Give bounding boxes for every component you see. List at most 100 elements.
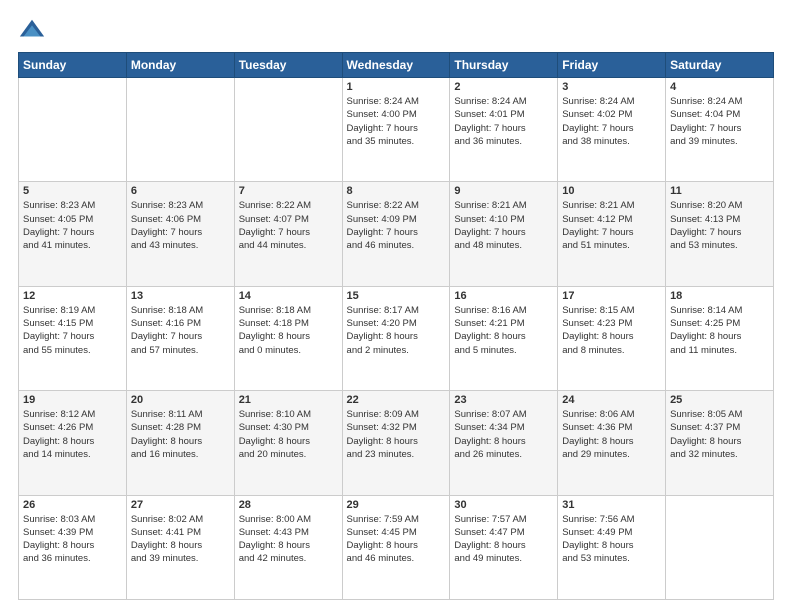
- calendar-cell: 15 Sunrise: 8:17 AMSunset: 4:20 PMDayligh…: [342, 286, 450, 390]
- calendar-cell: 7 Sunrise: 8:22 AMSunset: 4:07 PMDaylight…: [234, 182, 342, 286]
- calendar-cell: 5Sunrise: 8:23 AMSunset: 4:05 PMDaylight…: [19, 182, 127, 286]
- day-info: Sunrise: 8:22 AMSunset: 4:09 PMDaylight:…: [347, 199, 446, 252]
- calendar-week-3: 19 Sunrise: 8:12 AMSunset: 4:26 PMDayligh…: [19, 391, 774, 495]
- day-number: 8: [347, 185, 446, 197]
- day-number: 22: [347, 394, 446, 406]
- calendar-cell: 29Sunrise: 7:59 AMSunset: 4:45 PMDayligh…: [342, 495, 450, 599]
- day-number: 15: [347, 290, 446, 302]
- calendar-cell: 2 Sunrise: 8:24 AMSunset: 4:01 PMDaylight…: [450, 78, 558, 182]
- day-number: 30: [454, 499, 553, 511]
- day-info: Sunrise: 8:12 AMSunset: 4:26 PMDaylight:…: [23, 408, 122, 461]
- calendar-cell: 21 Sunrise: 8:10 AMSunset: 4:30 PMDayligh…: [234, 391, 342, 495]
- calendar-cell: 25Sunrise: 8:05 AMSunset: 4:37 PMDayligh…: [666, 391, 774, 495]
- day-number: 21: [239, 394, 338, 406]
- day-number: 5: [23, 185, 122, 197]
- day-number: 4: [670, 81, 769, 93]
- logo: [18, 16, 50, 44]
- calendar-cell: 14 Sunrise: 8:18 AMSunset: 4:18 PMDayligh…: [234, 286, 342, 390]
- day-info: Sunrise: 8:17 AMSunset: 4:20 PMDaylight:…: [347, 304, 446, 357]
- day-info: Sunrise: 8:03 AMSunset: 4:39 PMDaylight:…: [23, 513, 122, 566]
- calendar-cell: 6 Sunrise: 8:23 AMSunset: 4:06 PMDaylight…: [126, 182, 234, 286]
- day-header-friday: Friday: [558, 53, 666, 78]
- calendar-cell: 17 Sunrise: 8:15 AMSunset: 4:23 PMDayligh…: [558, 286, 666, 390]
- day-info: Sunrise: 8:24 AMSunset: 4:00 PMDaylight:…: [347, 95, 446, 148]
- day-number: 12: [23, 290, 122, 302]
- day-header-monday: Monday: [126, 53, 234, 78]
- calendar-header: SundayMondayTuesdayWednesdayThursdayFrid…: [19, 53, 774, 78]
- calendar-cell: 31 Sunrise: 7:56 AMSunset: 4:49 PMDayligh…: [558, 495, 666, 599]
- page: SundayMondayTuesdayWednesdayThursdayFrid…: [0, 0, 792, 612]
- calendar-cell: 18 Sunrise: 8:14 AMSunset: 4:25 PMDayligh…: [666, 286, 774, 390]
- day-info: Sunrise: 8:14 AMSunset: 4:25 PMDaylight:…: [670, 304, 769, 357]
- day-info: Sunrise: 8:02 AMSunset: 4:41 PMDaylight:…: [131, 513, 230, 566]
- day-header-wednesday: Wednesday: [342, 53, 450, 78]
- logo-icon: [18, 16, 46, 44]
- day-info: Sunrise: 8:18 AMSunset: 4:16 PMDaylight:…: [131, 304, 230, 357]
- calendar-cell: [19, 78, 127, 182]
- day-info: Sunrise: 8:07 AMSunset: 4:34 PMDaylight:…: [454, 408, 553, 461]
- day-info: Sunrise: 7:59 AMSunset: 4:45 PMDaylight:…: [347, 513, 446, 566]
- day-info: Sunrise: 7:56 AMSunset: 4:49 PMDaylight:…: [562, 513, 661, 566]
- day-info: Sunrise: 8:15 AMSunset: 4:23 PMDaylight:…: [562, 304, 661, 357]
- day-number: 7: [239, 185, 338, 197]
- calendar-cell: 10 Sunrise: 8:21 AMSunset: 4:12 PMDayligh…: [558, 182, 666, 286]
- calendar-cell: 22 Sunrise: 8:09 AMSunset: 4:32 PMDayligh…: [342, 391, 450, 495]
- calendar-cell: 12Sunrise: 8:19 AMSunset: 4:15 PMDayligh…: [19, 286, 127, 390]
- calendar-cell: [126, 78, 234, 182]
- day-number: 6: [131, 185, 230, 197]
- day-info: Sunrise: 8:21 AMSunset: 4:10 PMDaylight:…: [454, 199, 553, 252]
- day-number: 20: [131, 394, 230, 406]
- day-number: 31: [562, 499, 661, 511]
- calendar: SundayMondayTuesdayWednesdayThursdayFrid…: [18, 52, 774, 600]
- day-info: Sunrise: 8:00 AMSunset: 4:43 PMDaylight:…: [239, 513, 338, 566]
- calendar-cell: 24 Sunrise: 8:06 AMSunset: 4:36 PMDayligh…: [558, 391, 666, 495]
- calendar-body: 1 Sunrise: 8:24 AMSunset: 4:00 PMDaylight…: [19, 78, 774, 600]
- day-info: Sunrise: 8:16 AMSunset: 4:21 PMDaylight:…: [454, 304, 553, 357]
- day-number: 10: [562, 185, 661, 197]
- day-number: 13: [131, 290, 230, 302]
- calendar-week-2: 12Sunrise: 8:19 AMSunset: 4:15 PMDayligh…: [19, 286, 774, 390]
- calendar-week-0: 1 Sunrise: 8:24 AMSunset: 4:00 PMDaylight…: [19, 78, 774, 182]
- calendar-cell: 23Sunrise: 8:07 AMSunset: 4:34 PMDayligh…: [450, 391, 558, 495]
- calendar-cell: [234, 78, 342, 182]
- day-info: Sunrise: 8:21 AMSunset: 4:12 PMDaylight:…: [562, 199, 661, 252]
- day-info: Sunrise: 8:22 AMSunset: 4:07 PMDaylight:…: [239, 199, 338, 252]
- day-info: Sunrise: 8:24 AMSunset: 4:01 PMDaylight:…: [454, 95, 553, 148]
- calendar-cell: 9Sunrise: 8:21 AMSunset: 4:10 PMDaylight…: [450, 182, 558, 286]
- calendar-cell: 30Sunrise: 7:57 AMSunset: 4:47 PMDayligh…: [450, 495, 558, 599]
- day-info: Sunrise: 8:10 AMSunset: 4:30 PMDaylight:…: [239, 408, 338, 461]
- day-number: 28: [239, 499, 338, 511]
- day-number: 1: [347, 81, 446, 93]
- calendar-cell: 4 Sunrise: 8:24 AMSunset: 4:04 PMDaylight…: [666, 78, 774, 182]
- day-number: 2: [454, 81, 553, 93]
- day-info: Sunrise: 8:06 AMSunset: 4:36 PMDaylight:…: [562, 408, 661, 461]
- day-info: Sunrise: 8:23 AMSunset: 4:06 PMDaylight:…: [131, 199, 230, 252]
- day-number: 3: [562, 81, 661, 93]
- day-info: Sunrise: 8:18 AMSunset: 4:18 PMDaylight:…: [239, 304, 338, 357]
- day-number: 24: [562, 394, 661, 406]
- calendar-cell: 19 Sunrise: 8:12 AMSunset: 4:26 PMDayligh…: [19, 391, 127, 495]
- day-info: Sunrise: 8:24 AMSunset: 4:04 PMDaylight:…: [670, 95, 769, 148]
- day-header-thursday: Thursday: [450, 53, 558, 78]
- day-number: 17: [562, 290, 661, 302]
- calendar-cell: 1 Sunrise: 8:24 AMSunset: 4:00 PMDaylight…: [342, 78, 450, 182]
- day-header-tuesday: Tuesday: [234, 53, 342, 78]
- day-info: Sunrise: 8:20 AMSunset: 4:13 PMDaylight:…: [670, 199, 769, 252]
- calendar-cell: 27Sunrise: 8:02 AMSunset: 4:41 PMDayligh…: [126, 495, 234, 599]
- header: [18, 16, 774, 44]
- day-info: Sunrise: 8:09 AMSunset: 4:32 PMDaylight:…: [347, 408, 446, 461]
- day-info: Sunrise: 8:24 AMSunset: 4:02 PMDaylight:…: [562, 95, 661, 148]
- day-number: 11: [670, 185, 769, 197]
- calendar-cell: 16 Sunrise: 8:16 AMSunset: 4:21 PMDayligh…: [450, 286, 558, 390]
- day-info: Sunrise: 8:05 AMSunset: 4:37 PMDaylight:…: [670, 408, 769, 461]
- calendar-cell: 8 Sunrise: 8:22 AMSunset: 4:09 PMDaylight…: [342, 182, 450, 286]
- calendar-cell: 11 Sunrise: 8:20 AMSunset: 4:13 PMDayligh…: [666, 182, 774, 286]
- calendar-cell: [666, 495, 774, 599]
- day-header-saturday: Saturday: [666, 53, 774, 78]
- calendar-cell: 20Sunrise: 8:11 AMSunset: 4:28 PMDayligh…: [126, 391, 234, 495]
- day-number: 19: [23, 394, 122, 406]
- day-number: 14: [239, 290, 338, 302]
- day-number: 18: [670, 290, 769, 302]
- header-row: SundayMondayTuesdayWednesdayThursdayFrid…: [19, 53, 774, 78]
- day-number: 16: [454, 290, 553, 302]
